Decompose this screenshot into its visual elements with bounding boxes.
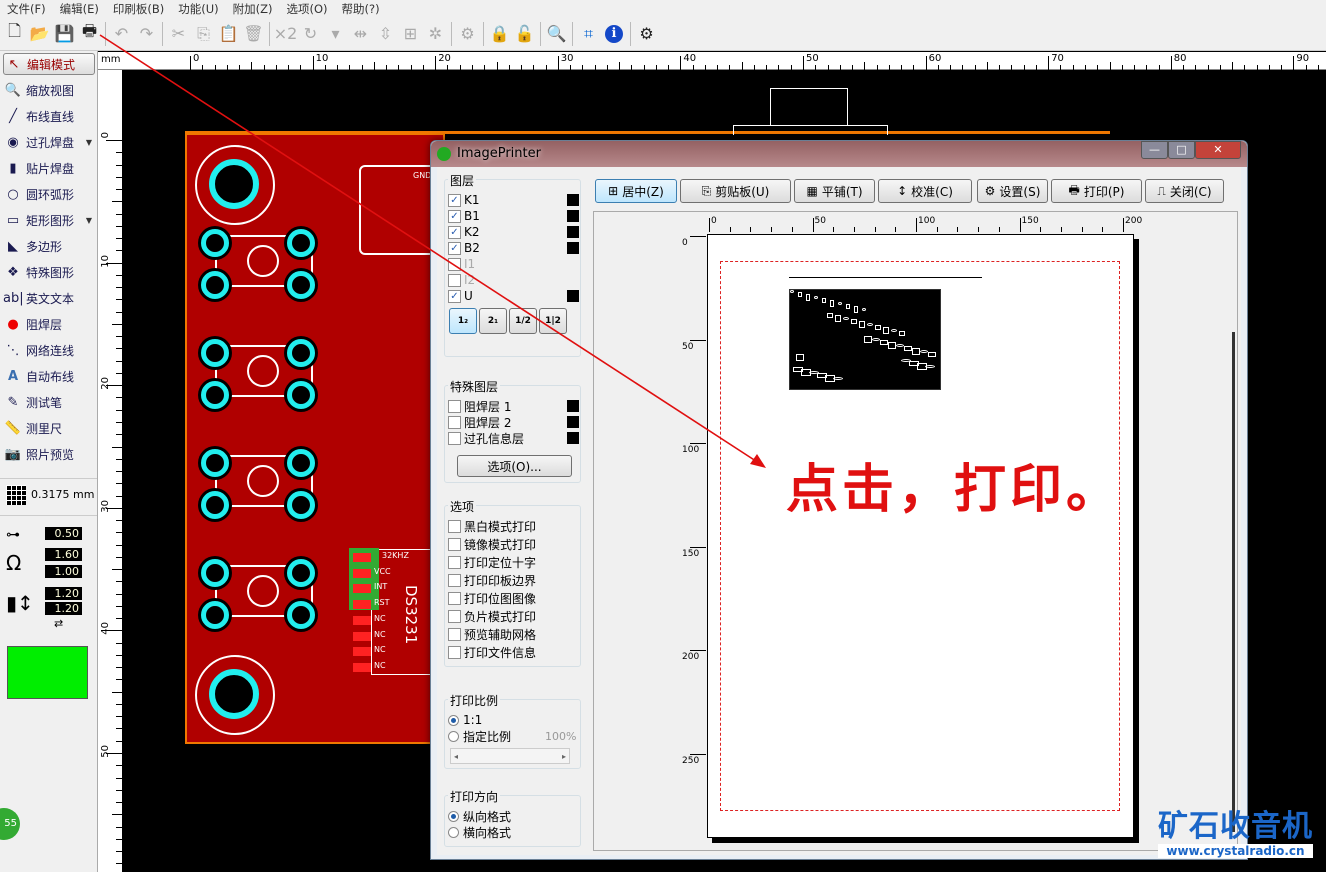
watermark-url: www.crystalradio.cn <box>1158 844 1313 858</box>
watermark-title: 矿石收音机 <box>1158 809 1313 844</box>
annotation-arrow <box>99 34 766 468</box>
watermark-logo: 矿石收音机 www.crystalradio.cn <box>1158 810 1313 858</box>
